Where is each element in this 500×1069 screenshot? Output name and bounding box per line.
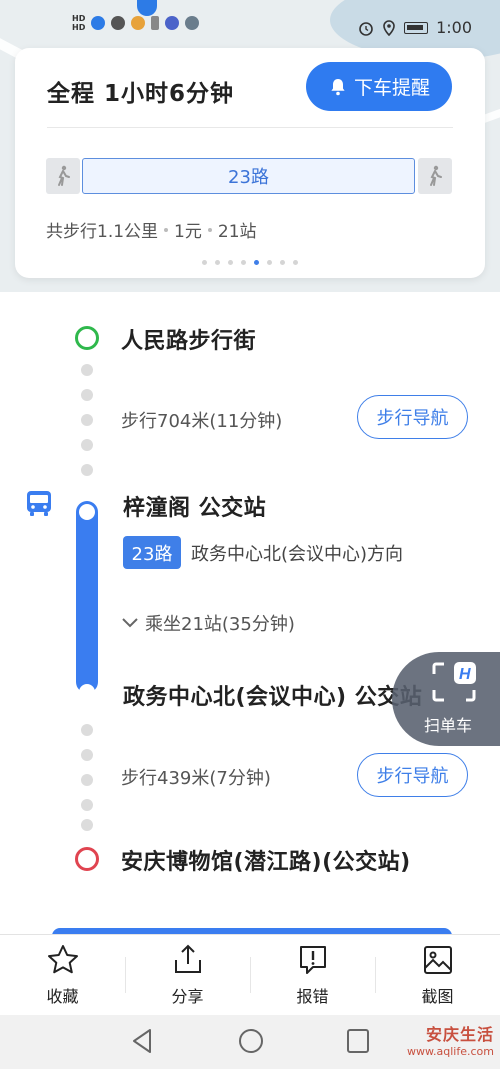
share-icon bbox=[174, 944, 201, 973]
usb-icon bbox=[151, 16, 160, 30]
pager-dot[interactable] bbox=[228, 260, 233, 265]
bus-line-badge[interactable]: 23路 bbox=[123, 536, 181, 569]
walk-nav-button-1[interactable]: 步行导航 bbox=[357, 395, 468, 439]
image-icon bbox=[423, 946, 452, 974]
walk-path-dot bbox=[81, 724, 93, 736]
walk-path-dot bbox=[81, 389, 93, 401]
origin-marker bbox=[75, 326, 99, 350]
pager-dot[interactable] bbox=[241, 260, 246, 265]
route-detail-sheet[interactable]: 人民路步行街 步行704米(11分钟) 步行导航 梓潼阁 公交站 23路 政务中… bbox=[0, 292, 500, 934]
status-time: 1:00 bbox=[436, 18, 472, 37]
pager-dot[interactable] bbox=[293, 260, 298, 265]
alight-reminder-label: 下车提醒 bbox=[353, 77, 430, 99]
back-icon[interactable] bbox=[130, 1027, 154, 1055]
report-error-button[interactable]: 报错 bbox=[250, 935, 375, 1015]
pager-dot[interactable] bbox=[267, 260, 272, 265]
walk-path-dot bbox=[81, 774, 93, 786]
photos-icon bbox=[131, 16, 146, 30]
location-icon bbox=[383, 19, 395, 36]
map-app-icon bbox=[91, 16, 106, 30]
watermark-title: 安庆生活 bbox=[425, 1025, 494, 1044]
status-right-icons: 1:00 bbox=[358, 18, 472, 37]
route-summary-card[interactable]: 全程 1小时6分钟 下车提醒 23路 共步行1.1公里 1元 21站 bbox=[15, 48, 485, 278]
walk-segment-start bbox=[46, 158, 80, 194]
walk-info-2: 步行439米(7分钟) bbox=[121, 768, 271, 789]
alight-reminder-button[interactable]: 下车提醒 bbox=[306, 62, 452, 111]
browser-icon bbox=[111, 16, 126, 30]
telegram-icon bbox=[185, 16, 200, 30]
fare: 1元 bbox=[174, 222, 202, 242]
origin-name: 人民路步行街 bbox=[121, 329, 257, 354]
board-stop-marker bbox=[79, 504, 95, 520]
p-icon bbox=[165, 16, 180, 30]
walk-path-dot bbox=[81, 439, 93, 451]
destination-name: 安庆博物馆(潜江路)(公交站) bbox=[121, 850, 411, 875]
pager-dot[interactable] bbox=[202, 260, 207, 265]
card-divider bbox=[47, 127, 453, 128]
recents-icon[interactable] bbox=[345, 1027, 371, 1055]
share-label: 分享 bbox=[171, 987, 204, 1006]
share-button[interactable]: 分享 bbox=[125, 935, 250, 1015]
walk-path-dot bbox=[81, 414, 93, 426]
report-icon bbox=[299, 946, 326, 974]
walk-segment-end bbox=[418, 158, 452, 194]
pager-dot[interactable] bbox=[254, 260, 259, 265]
walk-path-dot bbox=[81, 364, 93, 376]
scan-bike-label: 扫单车 bbox=[424, 716, 473, 735]
scan-bike-button[interactable]: H 扫单车 bbox=[392, 652, 500, 746]
bottom-toolbar: 收藏 分享 报错 截图 bbox=[0, 934, 500, 1015]
battery-icon bbox=[404, 21, 429, 34]
destination-marker bbox=[75, 847, 99, 871]
alight-stop-marker bbox=[79, 684, 95, 700]
watermark-url: www.aqlife.com bbox=[407, 1045, 494, 1058]
separator-dot bbox=[207, 227, 212, 232]
separator-dot bbox=[164, 227, 169, 232]
svg-text:H: H bbox=[459, 666, 471, 683]
watermark: 安庆生活 www.aqlife.com bbox=[407, 1021, 494, 1058]
star-icon bbox=[47, 945, 78, 974]
walk-path-dot bbox=[81, 749, 93, 761]
bus-direction: 政务中心北(会议中心)方向 bbox=[191, 544, 404, 565]
plan-pager[interactable] bbox=[15, 260, 485, 265]
route-meta: 共步行1.1公里 1元 21站 bbox=[46, 217, 257, 242]
walk-total: 共步行1.1公里 bbox=[46, 222, 159, 242]
home-icon[interactable] bbox=[237, 1027, 265, 1055]
walk-info-1: 步行704米(11分钟) bbox=[121, 411, 283, 432]
status-left-icons: HD HD bbox=[72, 14, 200, 32]
system-nav-bar: 安庆生活 www.aqlife.com bbox=[0, 1015, 500, 1069]
pager-dot[interactable] bbox=[280, 260, 285, 265]
walk-path-dot bbox=[81, 819, 93, 831]
walk-path-dot bbox=[81, 464, 93, 476]
alarm-icon bbox=[359, 21, 373, 36]
stop-count: 21站 bbox=[217, 222, 257, 242]
favorite-button[interactable]: 收藏 bbox=[0, 935, 125, 1015]
bus-route-line bbox=[76, 501, 98, 693]
screenshot-button[interactable]: 截图 bbox=[375, 935, 500, 1015]
screenshot-label: 截图 bbox=[421, 987, 454, 1006]
ride-info-expand[interactable]: 乘坐21站(35分钟) bbox=[121, 610, 295, 636]
pager-dot[interactable] bbox=[215, 260, 220, 265]
total-duration: 全程 1小时6分钟 bbox=[47, 81, 235, 107]
board-stop-name: 梓潼阁 公交站 bbox=[123, 496, 267, 521]
walk-path-dot bbox=[81, 799, 93, 811]
hd-signal-icon: HD HD bbox=[72, 14, 86, 32]
scan-icon: H bbox=[432, 662, 476, 702]
report-label: 报错 bbox=[296, 987, 329, 1006]
bus-segment-bar: 23路 bbox=[82, 158, 415, 194]
chevron-down-icon bbox=[122, 618, 138, 628]
bus-icon bbox=[27, 491, 51, 516]
bell-icon bbox=[331, 78, 345, 95]
favorite-label: 收藏 bbox=[46, 987, 79, 1006]
walking-person-icon bbox=[58, 165, 70, 186]
walk-nav-button-2[interactable]: 步行导航 bbox=[357, 753, 468, 797]
walking-person-icon bbox=[430, 165, 442, 186]
ride-info-text: 乘坐21站(35分钟) bbox=[145, 614, 295, 635]
alight-stop-name: 政务中心北(会议中心) 公交站 bbox=[123, 685, 423, 710]
